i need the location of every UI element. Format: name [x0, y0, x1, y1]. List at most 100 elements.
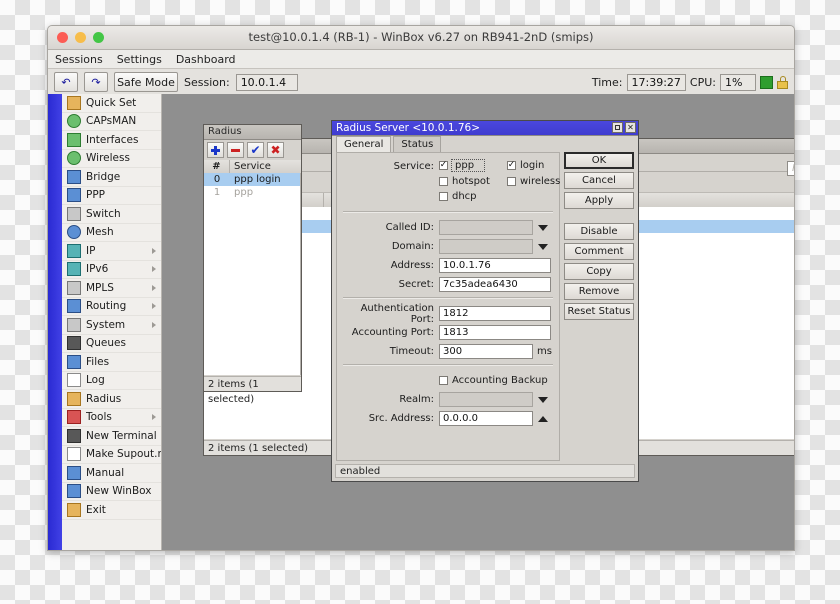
radius-list[interactable]: 0 ppp login 1 ppp: [204, 173, 301, 375]
field-label: Timeout:: [389, 346, 434, 357]
lock-icon: [777, 75, 788, 89]
checkbox-label: wireless: [520, 176, 561, 187]
sidebar-item-queues[interactable]: Queues: [62, 335, 161, 353]
chevron-up-icon[interactable]: [538, 415, 548, 422]
sidebar-item-files[interactable]: Files: [62, 353, 161, 372]
address-input[interactable]: 10.0.1.76: [439, 258, 551, 273]
tools-icon: [67, 410, 81, 425]
sidebar-item-new-winbox[interactable]: New WinBox: [62, 483, 161, 501]
ok-button[interactable]: OK: [564, 152, 634, 169]
ppp-icon: [67, 188, 81, 203]
sidebar-item-ipv6[interactable]: IPv6: [62, 261, 161, 279]
redo-icon[interactable]: ↷: [84, 72, 108, 92]
sidebar-item-manual[interactable]: Manual: [62, 464, 161, 483]
copy-button[interactable]: Copy: [564, 263, 634, 280]
sidebar-item-ppp[interactable]: PPP: [62, 187, 161, 205]
checkbox-accounting-backup[interactable]: Accounting Backup: [343, 373, 553, 388]
sidebar-item-ip[interactable]: IP: [62, 242, 161, 261]
domain-input[interactable]: [439, 239, 533, 254]
secret-input[interactable]: 7c35adea6430: [439, 277, 551, 292]
sidebar-item-make-supout-rif[interactable]: Make Supout.rif: [62, 446, 161, 464]
realm-input[interactable]: [439, 392, 533, 407]
radius-disable-icon[interactable]: ✖: [267, 142, 284, 158]
radius-add-icon[interactable]: [207, 142, 224, 158]
table-row[interactable]: 0 ppp login: [204, 173, 300, 186]
sidebar-item-quick-set[interactable]: Quick Set: [62, 94, 161, 113]
radius-toolbar: ✔ ✖: [204, 140, 301, 160]
divider: [343, 297, 553, 299]
sidebar-item-routing[interactable]: Routing: [62, 298, 161, 316]
radius-window: Radius ✔ ✖ # Service 0 ppp login 1 ppp 2…: [203, 124, 302, 405]
chevron-down-icon[interactable]: [538, 224, 548, 231]
sidebar-item-wireless[interactable]: Wireless: [62, 150, 161, 168]
chevron-down-icon[interactable]: [538, 243, 548, 250]
files-icon: [67, 354, 81, 369]
dialog-window-controls: ✕: [612, 122, 636, 133]
sidebar-brand-strip: RouterOS WinBox: [48, 94, 62, 550]
field-label: Accounting Port:: [351, 327, 434, 338]
sidebar-item-system[interactable]: System: [62, 316, 161, 335]
disable-button[interactable]: Disable: [564, 223, 634, 240]
radius-col-service[interactable]: Service: [230, 160, 301, 174]
sidebar-item-label: Radius: [86, 392, 122, 405]
sidebar-item-mpls[interactable]: MPLS: [62, 279, 161, 298]
field-label: Authentication Port:: [360, 302, 434, 325]
radius-enable-icon[interactable]: ✔: [247, 142, 264, 158]
authentication-port-input[interactable]: 1812: [439, 306, 551, 321]
radius-remove-icon[interactable]: [227, 142, 244, 158]
checkbox-box: ✓: [507, 160, 516, 170]
tab-status[interactable]: Status: [393, 136, 442, 152]
sidebar-item-label: Queues: [86, 337, 126, 350]
chevron-down-icon[interactable]: [538, 396, 548, 403]
checkbox-service-hotspot[interactable]: hotspot: [439, 176, 507, 187]
sidebar-item-label: Switch: [86, 207, 121, 220]
capsman-icon: [67, 114, 81, 129]
system-icon: [67, 317, 81, 332]
menu-item-settings[interactable]: Settings: [117, 53, 162, 66]
sidebar-item-new-terminal[interactable]: New Terminal: [62, 427, 161, 446]
sidebar-item-tools[interactable]: Tools: [62, 409, 161, 427]
quickset-icon: [67, 95, 81, 110]
sidebar-item-interfaces[interactable]: Interfaces: [62, 131, 161, 150]
submenu-arrow-icon: [152, 284, 156, 291]
checkbox-service-ppp[interactable]: ✓ ppp: [439, 159, 507, 172]
sidebar-item-label: Bridge: [86, 170, 121, 183]
sidebar-item-mesh[interactable]: Mesh: [62, 224, 161, 242]
table-row[interactable]: 1 ppp: [204, 186, 300, 199]
dialog-close-icon[interactable]: ✕: [625, 122, 636, 133]
field-called-id: Called ID:: [343, 220, 553, 235]
sidebar-item-capsman[interactable]: CAPsMAN: [62, 113, 161, 131]
accounting-port-input[interactable]: 1813: [439, 325, 551, 340]
cpu-value: 1%: [720, 73, 756, 91]
time-value: 17:39:27: [626, 73, 686, 91]
menu-item-sessions[interactable]: Sessions: [55, 53, 103, 66]
remove-button[interactable]: Remove: [564, 283, 634, 300]
called-id-input[interactable]: [439, 220, 533, 235]
sidebar-item-label: Interfaces: [86, 133, 139, 146]
ppp-find-input[interactable]: Find: [787, 161, 794, 176]
field-domain: Domain:: [343, 239, 553, 254]
apply-button[interactable]: Apply: [564, 192, 634, 209]
comment-button[interactable]: Comment: [564, 243, 634, 260]
undo-icon[interactable]: ↶: [54, 72, 78, 92]
sidebar-item-log[interactable]: Log: [62, 372, 161, 390]
checkbox-service-dhcp[interactable]: dhcp: [439, 191, 507, 202]
sidebar-item-exit[interactable]: Exit: [62, 501, 161, 520]
sidebar-item-bridge[interactable]: Bridge: [62, 168, 161, 187]
main-application-window: test@10.0.1.4 (RB-1) - WinBox v6.27 on R…: [47, 25, 795, 551]
field-label: Realm:: [399, 394, 434, 405]
sidebar-item-switch[interactable]: Switch: [62, 205, 161, 224]
cancel-button[interactable]: Cancel: [564, 172, 634, 189]
radius-col-num[interactable]: #: [204, 160, 230, 174]
checkbox-box: [439, 376, 448, 385]
reset-status-button[interactable]: Reset Status: [564, 303, 634, 320]
queues-icon: [67, 336, 81, 351]
menu-item-dashboard[interactable]: Dashboard: [176, 53, 236, 66]
dialog-maximize-icon[interactable]: [612, 122, 623, 133]
timeout-input[interactable]: 300: [439, 344, 533, 359]
sidebar-item-label: Log: [86, 374, 105, 387]
src-address-input[interactable]: 0.0.0.0: [439, 411, 533, 426]
tab-general[interactable]: General: [336, 136, 392, 152]
safe-mode-button[interactable]: Safe Mode: [114, 72, 178, 92]
sidebar-item-radius[interactable]: Radius: [62, 390, 161, 409]
